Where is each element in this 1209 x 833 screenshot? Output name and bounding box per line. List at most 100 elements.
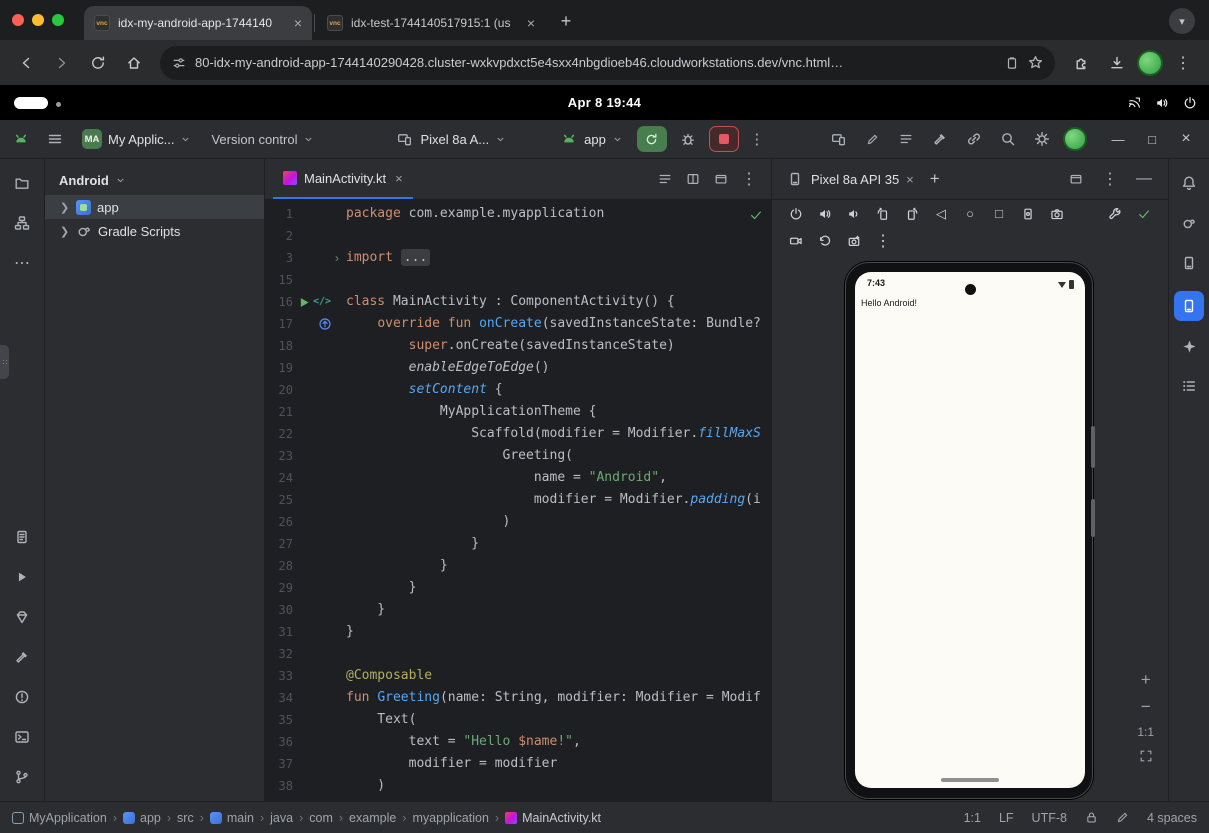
highlighting-icon[interactable]: [1116, 811, 1129, 824]
add-device-button[interactable]: +: [930, 169, 940, 189]
rotate-left-button[interactable]: [871, 202, 895, 226]
run-config-selector[interactable]: app: [554, 122, 629, 156]
tab-search-button[interactable]: ▾: [1169, 8, 1195, 34]
device-frame-icon[interactable]: [825, 126, 851, 152]
more-run-actions-button[interactable]: ⋮: [747, 130, 767, 148]
reload-button[interactable]: [82, 47, 114, 79]
panel-options-button[interactable]: ⋮: [1096, 166, 1124, 192]
hide-panel-button[interactable]: —: [1130, 166, 1158, 192]
code-line[interactable]: 22 Scaffold(modifier = Modifier.fillMaxS: [265, 423, 771, 445]
browser-tab-active[interactable]: vnc idx-my-android-app-1744140 ×: [84, 6, 312, 40]
url-text[interactable]: 80-idx-my-android-app-1744140290428.clus…: [195, 55, 996, 70]
app-insights-tool-icon[interactable]: [10, 605, 34, 629]
split-editor-icon[interactable]: [679, 166, 707, 192]
code-line[interactable]: 37 modifier = modifier: [265, 753, 771, 775]
code-editor[interactable]: 1package com.example.myapplication23›imp…: [265, 200, 771, 801]
build-tool-icon[interactable]: [10, 645, 34, 669]
fold-marker[interactable]: ›: [335, 251, 346, 265]
rotate-right-button[interactable]: [900, 202, 924, 226]
new-tab-button[interactable]: +: [551, 6, 581, 36]
code-line[interactable]: 2: [265, 225, 771, 247]
running-devices-icon[interactable]: [1174, 291, 1204, 321]
close-window-button[interactable]: [12, 14, 24, 26]
logcat-list-icon[interactable]: [893, 126, 919, 152]
zoom-out-button[interactable]: −: [1141, 698, 1151, 715]
open-in-window-icon[interactable]: [707, 166, 735, 192]
editor-options-button[interactable]: ⋮: [735, 166, 763, 192]
file-encoding[interactable]: UTF-8: [1032, 811, 1067, 825]
code-line[interactable]: 32: [265, 643, 771, 665]
project-view-selector[interactable]: Android: [45, 165, 264, 195]
code-line[interactable]: 3›import ...: [265, 247, 771, 269]
bookmark-star-icon[interactable]: [1028, 55, 1043, 70]
gradle-tool-icon[interactable]: [1177, 211, 1201, 235]
breadcrumb-item[interactable]: MyApplication: [12, 811, 107, 825]
downloads-icon[interactable]: [1101, 47, 1133, 79]
code-line[interactable]: 1package com.example.myapplication: [265, 203, 771, 225]
code-line[interactable]: 17 override fun onCreate(savedInstanceSt…: [265, 313, 771, 335]
breadcrumb-item[interactable]: com: [309, 811, 333, 825]
code-line[interactable]: 20 setContent {: [265, 379, 771, 401]
more-tools-icon[interactable]: ⋯: [10, 251, 34, 275]
readonly-lock-icon[interactable]: [1085, 811, 1098, 824]
breadcrumb-item[interactable]: main: [210, 811, 254, 825]
fullscreen-window-button[interactable]: [52, 14, 64, 26]
run-tool-icon[interactable]: [10, 565, 34, 589]
close-tab-icon[interactable]: ×: [906, 172, 914, 187]
editor-tab-mainactivity[interactable]: MainActivity.kt ×: [273, 159, 413, 199]
tree-item-app[interactable]: ❯ app: [45, 195, 264, 219]
code-line[interactable]: 30 }: [265, 599, 771, 621]
window-mode-icon[interactable]: [1062, 166, 1090, 192]
code-line[interactable]: 38 ): [265, 775, 771, 797]
camera-button[interactable]: [1045, 202, 1069, 226]
android-back-button[interactable]: ◁: [929, 202, 953, 226]
chevron-right-icon[interactable]: ❯: [60, 201, 70, 214]
back-button[interactable]: [10, 47, 42, 79]
tree-item-gradle-scripts[interactable]: ❯ Gradle Scripts: [45, 219, 264, 243]
chevron-right-icon[interactable]: ❯: [60, 225, 70, 238]
code-line[interactable]: 33@Composable: [265, 665, 771, 687]
clipboard-icon[interactable]: [1005, 56, 1019, 70]
device-tab-pixel8a[interactable]: Pixel 8a API 35 ×: [782, 166, 918, 192]
close-tab-icon[interactable]: ×: [395, 171, 403, 186]
code-line[interactable]: 31}: [265, 621, 771, 643]
browser-menu-button[interactable]: ⋮: [1167, 47, 1199, 79]
volume-down-button[interactable]: [842, 202, 866, 226]
code-line[interactable]: 28 }: [265, 555, 771, 577]
device-settings-icon[interactable]: [1103, 202, 1127, 226]
stop-button[interactable]: [709, 126, 739, 152]
live-edit-icon[interactable]: [859, 126, 885, 152]
android-home-button[interactable]: ○: [958, 202, 982, 226]
device-selector[interactable]: Pixel 8a A...: [388, 122, 512, 156]
code-line[interactable]: 35 Text(: [265, 709, 771, 731]
code-line[interactable]: 23 Greeting(: [265, 445, 771, 467]
site-settings-icon[interactable]: [172, 56, 186, 70]
breadcrumb-item[interactable]: app: [123, 811, 161, 825]
reset-button[interactable]: [813, 229, 837, 253]
code-line[interactable]: 25 modifier = Modifier.padding(i: [265, 489, 771, 511]
code-line[interactable]: 15: [265, 269, 771, 291]
minimize-window-button[interactable]: [32, 14, 44, 26]
structure-tool-icon[interactable]: [10, 211, 34, 235]
ide-maximize-button[interactable]: □: [1137, 125, 1167, 153]
run-gutter-icon[interactable]: [299, 297, 310, 308]
code-line[interactable]: 19 enableEdgeToEdge(): [265, 357, 771, 379]
terminal-tool-icon[interactable]: [10, 725, 34, 749]
snapshot-button[interactable]: [842, 229, 866, 253]
code-line[interactable]: 16</>class MainActivity : ComponentActiv…: [265, 291, 771, 313]
address-bar[interactable]: 80-idx-my-android-app-1744140290428.clus…: [160, 46, 1055, 80]
breadcrumb-item-current[interactable]: MainActivity.kt: [505, 811, 601, 825]
debug-button[interactable]: [675, 126, 701, 152]
vcs-selector[interactable]: Version control: [205, 128, 320, 151]
emulator-screen[interactable]: 7:43 Hello Android!: [855, 272, 1085, 788]
zoom-fit-button[interactable]: [1139, 749, 1153, 763]
editor-list-icon[interactable]: [651, 166, 679, 192]
android-overview-button[interactable]: □: [987, 202, 1011, 226]
caret-position[interactable]: 1:1: [964, 811, 981, 825]
project-tool-icon[interactable]: [10, 171, 34, 195]
breadcrumb-item[interactable]: myapplication: [412, 811, 488, 825]
breadcrumb-item[interactable]: example: [349, 811, 396, 825]
close-tab-icon[interactable]: ×: [294, 16, 302, 30]
breadcrumb-item[interactable]: java: [270, 811, 293, 825]
compose-gutter-icon[interactable]: </>: [313, 297, 331, 307]
